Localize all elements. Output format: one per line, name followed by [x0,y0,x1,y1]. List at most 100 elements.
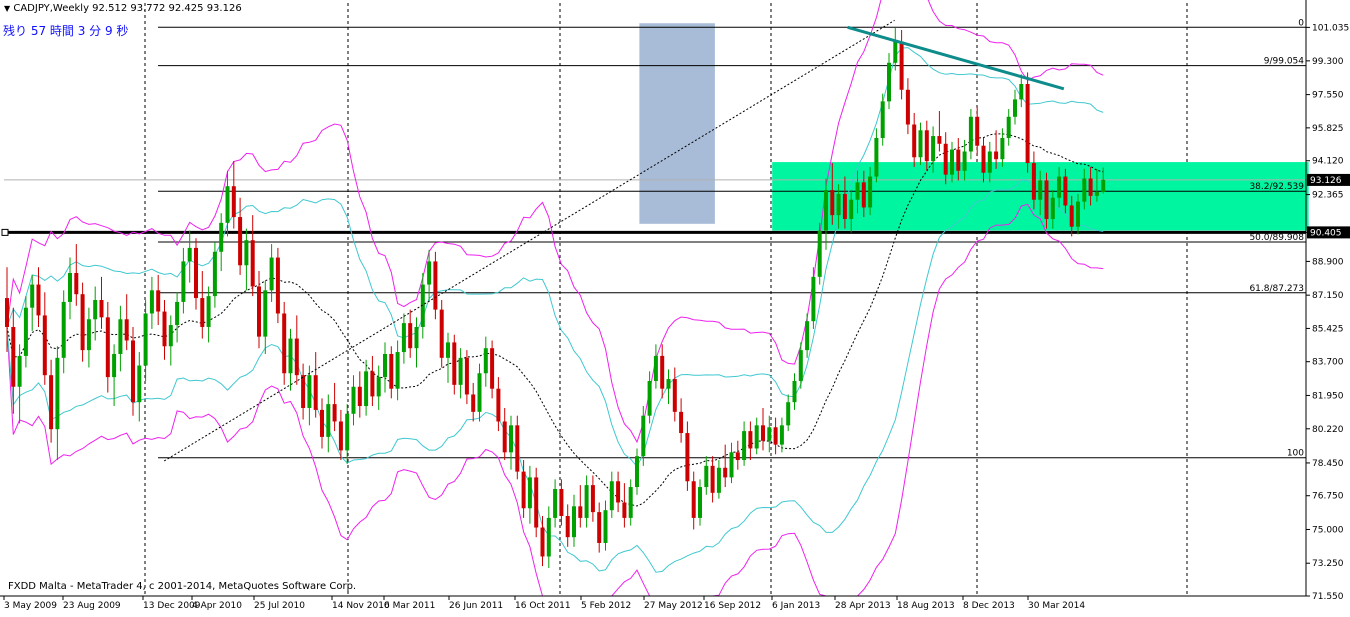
candle-body [527,477,532,509]
candle-body [893,41,898,63]
candle-body [956,149,961,171]
candle-body [219,222,224,252]
candle-body [515,425,520,472]
candle-body [559,488,564,516]
fib-level-label: 9/99.054 [1264,57,1305,67]
triangle-down-icon[interactable]: ▼ [4,4,10,13]
symbol-ohlc-text: CADJPY,Weekly 92.512 93.772 92.425 93.12… [13,3,242,14]
y-tick-label: 75.000 [1312,525,1344,535]
candle-body [389,353,394,389]
candle-body [647,380,652,416]
candle-body [1044,180,1049,219]
candle-body [849,199,854,219]
x-tick-label: 18 Aug 2013 [897,601,955,611]
candle-body [565,515,570,538]
candle-body [231,186,236,218]
y-tick-label: 97.550 [1312,91,1344,101]
candle-body [912,124,917,158]
x-tick-label: 25 Jul 2010 [254,601,305,611]
x-tick-label: 30 Mar 2014 [1028,601,1085,611]
line-anchor-handle [1,228,9,236]
candle-body [23,307,28,356]
candle-body [868,176,873,208]
candle-body [1031,163,1036,200]
price-chart[interactable]: 0 9/99.054 38.2/92.539 50.0/89.908 61.8/87.2… [0,0,1350,613]
copyright-text: FXDD Malta - MetaTrader 4, c 2001-2014, … [8,581,357,592]
candle-body [332,404,337,422]
candle-body [471,394,476,412]
candle-body [553,488,558,518]
candle-body [1069,205,1074,227]
x-tick-label: 4 Apr 2010 [192,601,242,611]
support-price-label: 90.405 [1310,228,1342,238]
candle-body [162,311,167,347]
fib-level-label: 38.2/92.539 [1249,182,1304,192]
candle-body [723,467,728,478]
candle-body [149,290,154,314]
candle-body [622,502,627,518]
candle-body [653,355,658,381]
candle-body [383,353,387,378]
candle-body [143,313,148,366]
candle-body [950,149,954,175]
candle-body [36,284,41,316]
candle-body [408,323,413,349]
candle-body [666,379,671,389]
x-tick-label: 16 Sep 2012 [704,601,761,611]
candle-body [439,309,444,358]
candle-body [427,261,432,285]
candle-body [603,510,608,543]
candle-body [118,319,123,354]
countdown-timer: 残り 57 時間 3 分 9 秒 [3,24,129,38]
y-tick-label: 95.825 [1312,124,1344,134]
candle-body [931,136,936,162]
x-tick-label: 8 Dec 2013 [963,601,1015,611]
candle-body [1082,178,1087,202]
candle-body [792,380,797,403]
candle-body [811,276,816,322]
y-tick-label: 81.950 [1312,391,1344,401]
candle-body [1101,179,1106,192]
candle-body [779,425,784,445]
candle-body [672,379,677,412]
candle-body [805,321,810,351]
candle-body [370,371,375,397]
candle-body [861,182,866,208]
y-tick-label: 80.220 [1312,425,1344,435]
candle-body [502,421,507,453]
candle-body [99,299,104,318]
candle-body [842,193,847,219]
candle-body [685,433,690,482]
candle-body [181,261,186,302]
candle-body [490,348,495,389]
fib-level-label: 50.0/89.908 [1249,233,1304,243]
x-tick-label: 16 Oct 2011 [515,601,571,611]
candle-body [798,350,803,381]
candle-body [156,290,161,312]
candle-body [458,357,463,385]
candle-body [74,272,79,295]
x-tick-label: 14 Nov 2010 [332,601,390,611]
candle-body [1057,176,1062,198]
candle-body [68,272,72,302]
y-tick-label: 83.700 [1312,358,1344,368]
candle-body [225,186,230,223]
candle-body [641,415,646,457]
y-tick-label: 99.300 [1312,57,1344,67]
candle-body [975,116,980,146]
candle-body [616,481,621,503]
candle-body [546,517,551,557]
candle-body [206,296,211,327]
candle-body [1019,83,1024,100]
candle-body [987,151,992,173]
candle-body [496,388,501,422]
candle-body [282,313,287,374]
candle-body [61,301,66,358]
candle-body [294,338,299,376]
chart-window[interactable]: 0 9/99.054 38.2/92.539 50.0/89.908 61.8/87.2… [0,0,1350,613]
candle-body [11,326,16,387]
candle-body [320,409,324,437]
x-tick-label: 6 Mar 2011 [384,601,435,611]
x-tick-label: 26 Jun 2011 [449,601,503,611]
candle-body [351,386,356,414]
